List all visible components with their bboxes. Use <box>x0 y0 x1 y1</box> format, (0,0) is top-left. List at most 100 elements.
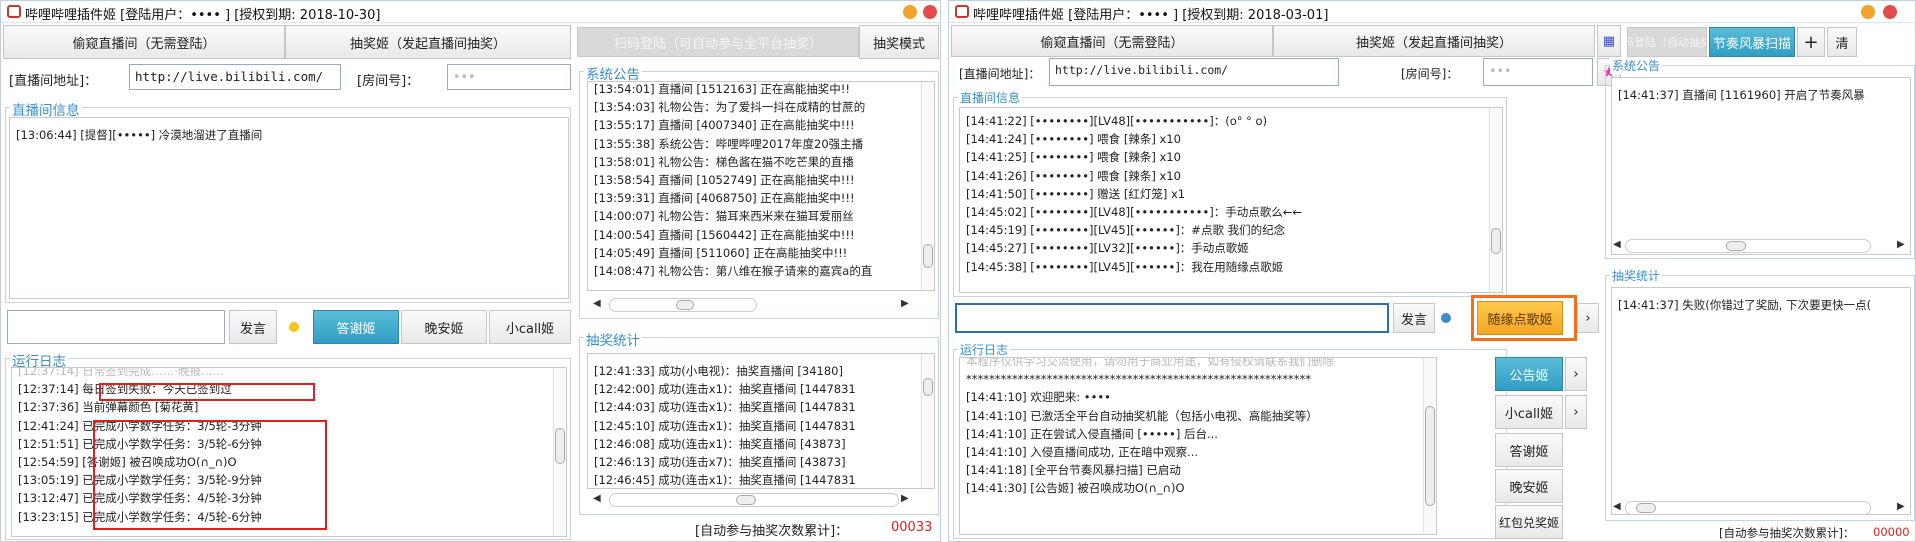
app-tv-icon <box>7 5 21 18</box>
call-bot-button[interactable]: 小call姬 <box>489 310 571 344</box>
lottery-log[interactable]: [14:41:37] 失败(你错过了奖励, 下次要更快一点( <box>1611 287 1911 515</box>
room-url-label: [直播间地址]： <box>959 67 1041 81</box>
notice-line: [13:59:31] 直播间 [4068750] 正在高能抽奖中!!! <box>594 191 855 206</box>
log-line: [14:41:10] 正在尝试入侵直播间 [•••••] 后台... <box>966 426 1218 441</box>
room-url-input[interactable]: http://live.bilibili.com/ <box>129 64 341 90</box>
notice-hscroll[interactable] <box>609 298 757 312</box>
lottery-scrollbar[interactable] <box>921 354 934 488</box>
left-title-bar: 哔哩哔哩插件姬 [登陆用户：•••• ] [授权到期: 2018-10-30] <box>1 1 940 23</box>
highlight-box <box>99 383 315 401</box>
notice-log[interactable]: [14:41:37] 直播间 [1161960] 开启了节奏风暴 <box>1611 77 1911 255</box>
left-window-title: 哔哩哔哩插件姬 [登陆用户：•••• ] [授权到期: 2018-10-30] <box>25 8 381 23</box>
scroll-right-icon[interactable]: ▶ <box>901 298 909 309</box>
notice-line: [13:54:01] 直播间 [1512163] 正在高能抽奖中!! <box>594 82 850 96</box>
notice-line: [14:08:47] 礼物公告：第八维在猴子请来的嘉宾a的直 <box>594 263 873 278</box>
room-info-log[interactable]: [13:06:44] [提督][•••••] 冷漠地溜进了直播间 <box>9 117 569 299</box>
notice-line: [13:58:01] 礼物公告：梯色酱在猫不吃芒果的直播 <box>594 154 854 169</box>
lottery-count-label: [自动参与抽奖次数累计]： <box>695 524 849 539</box>
tab-peek-room[interactable]: 偷窥直播间（无需登陆） <box>951 25 1273 57</box>
log-line: [14:41:10] 已激活全平台自动抽奖机能（包括小电视、高能抽奖等） <box>966 408 1318 423</box>
redpacket-bot-button[interactable]: 红包兑奖姬 <box>1495 505 1563 539</box>
message-input[interactable] <box>7 310 225 344</box>
scan-login-button[interactable]: 扫码登陆（可自动参与全平台抽奖） <box>577 27 859 57</box>
chevron-right-icon[interactable]: › <box>1577 303 1599 333</box>
chevron-right-icon[interactable]: › <box>1565 357 1587 391</box>
log-line: [14:41:18] [全平台节奏风暴扫描] 已启动 <box>966 463 1181 478</box>
close-icon[interactable] <box>923 5 937 19</box>
lottery-log[interactable]: [12:41:33] 成功(小电视)：抽奖直播间 [34180] [12:42:… <box>587 353 935 489</box>
notice-line: [14:05:49] 直播间 [511060] 正在高能抽奖中!!! <box>594 245 848 260</box>
tab-peek-room[interactable]: 偷窥直播间（无需登陆） <box>3 25 285 59</box>
rhythm-storm-scan-button[interactable]: 节奏风暴扫描 <box>1709 27 1795 57</box>
notice-line: [13:55:17] 直播间 [4007340] 正在高能抽奖中!!! <box>594 118 855 133</box>
room-info-scrollbar[interactable] <box>1489 108 1502 292</box>
notice-line: [14:00:07] 礼物公告：猫耳来西米来在猫耳爱丽丝 <box>594 209 854 224</box>
right-title-bar: 哔哩哔哩插件姬 [登陆用户：•••• ] [授权到期: 2018-03-01] <box>949 1 1915 23</box>
tab-lottery[interactable]: 抽奖姬（发起直播间抽奖） <box>285 25 571 59</box>
scroll-left-icon[interactable]: ◀ <box>1613 239 1621 250</box>
notice-scrollbar[interactable] <box>921 82 934 290</box>
send-button[interactable]: 发言 <box>1393 303 1435 333</box>
right-window-title: 哔哩哔哩插件姬 [登陆用户：•••• ] [授权到期: 2018-03-01] <box>973 8 1329 23</box>
log-line: [14:41:10] 欢迎肥来: •••• <box>966 390 1111 405</box>
scroll-right-icon[interactable]: ▶ <box>1897 239 1905 250</box>
minimize-icon[interactable] <box>1861 5 1875 19</box>
notice-bot-button[interactable]: 公告姬 <box>1495 357 1563 391</box>
thank-bot-button[interactable]: 答谢姬 <box>1495 433 1563 467</box>
room-id-input[interactable]: ••• <box>1483 58 1593 86</box>
log-line: 本程序仅供学习交流使用，请勿用于商业用途，如有侵权请联系我们删除 <box>966 357 1334 368</box>
room-info-line: [13:06:44] [提督][•••••] 冷漠地溜进了直播间 <box>16 128 263 142</box>
room-id-input[interactable]: ••• <box>447 64 571 90</box>
scroll-right-icon[interactable]: ▶ <box>1897 501 1905 512</box>
room-id-label: [房间号]： <box>357 74 420 89</box>
room-info-log[interactable]: [14:41:22] [••••••••][LV48][•••••••••••]… <box>959 107 1503 293</box>
thank-bot-button[interactable]: 答谢姬 <box>313 310 399 344</box>
add-button[interactable]: + <box>1797 27 1825 57</box>
random-song-button[interactable]: 随缘点歌姬 <box>1477 301 1563 335</box>
lottery-line: [14:41:37] 失败(你错过了奖励, 下次要更快一点( <box>1618 298 1872 312</box>
status-dot-icon <box>1441 313 1451 323</box>
run-log[interactable]: 本程序仅供学习交流使用，请勿用于商业用途，如有侵权请联系我们删除 *******… <box>959 357 1437 535</box>
status-dot-icon <box>289 322 299 332</box>
lottery-mode-button[interactable]: 抽奖模式 <box>859 25 939 59</box>
scroll-right-icon[interactable]: ▶ <box>901 493 909 504</box>
run-log-scrollbar[interactable] <box>1423 358 1436 534</box>
message-input[interactable] <box>955 303 1389 333</box>
grid-icon[interactable]: ▦ <box>1597 25 1621 57</box>
chevron-right-icon[interactable]: › <box>1565 395 1587 429</box>
notice-line: [13:58:54] 直播间 [1052749] 正在高能抽奖中!!! <box>594 172 855 187</box>
close-icon[interactable] <box>1883 5 1897 19</box>
scroll-left-icon[interactable]: ◀ <box>1613 501 1621 512</box>
notice-line: [13:54:03] 礼物公告：为了爱抖一抖在成精的甘蔗的 <box>594 100 866 115</box>
call-bot-button[interactable]: 小call姬 <box>1495 395 1563 429</box>
scroll-left-icon[interactable]: ◀ <box>593 493 601 504</box>
goodnight-bot-button[interactable]: 晚安姬 <box>401 310 487 344</box>
notice-hscroll[interactable] <box>1625 239 1871 253</box>
lottery-line: [12:46:13] 成功(连击x7)：抽奖直播间 [43873] <box>594 454 846 469</box>
lottery-hscroll[interactable] <box>609 493 899 507</box>
goodnight-bot-button[interactable]: 晚安姬 <box>1495 469 1563 503</box>
log-line: [14:41:30] [公告姬] 被召唤成功O(∩_∩)O <box>966 481 1185 496</box>
room-info-line: [14:41:24] [••••••••] 喂食 [辣条] x10 <box>966 132 1181 147</box>
lottery-count-value: 00033 <box>891 520 933 535</box>
lottery-count-label: [自动参与抽奖次数累计]： <box>1719 526 1855 540</box>
minimize-icon[interactable] <box>903 5 917 19</box>
room-info-line: [14:41:25] [••••••••] 喂食 [辣条] x10 <box>966 150 1181 165</box>
log-line: [12:37:36] 当前弹幕颜色 [菊花黄] <box>18 400 199 415</box>
scroll-left-icon[interactable]: ◀ <box>593 298 601 309</box>
lottery-line: [12:46:45] 成功(连击x1)：抽奖直播间 [1447831 <box>594 473 856 488</box>
scan-login-button[interactable]: 扫码登陆（自动抽奖） <box>1627 27 1707 57</box>
run-log-scrollbar[interactable] <box>553 368 566 536</box>
lottery-hscroll[interactable] <box>1625 501 1871 515</box>
right-app-window: 哔哩哔哩插件姬 [登陆用户：•••• ] [授权到期: 2018-03-01] … <box>948 0 1916 542</box>
tab-lottery[interactable]: 抽奖姬（发起直播间抽奖） <box>1273 25 1595 57</box>
clear-button[interactable]: 清 <box>1827 27 1857 57</box>
notice-line: [14:41:37] 直播间 [1161960] 开启了节奏风暴 <box>1618 88 1865 102</box>
notice-log[interactable]: [13:54:01] 直播间 [1512163] 正在高能抽奖中!! [13:5… <box>587 81 935 291</box>
room-info-line: [14:41:50] [••••••••] 赠送 [红灯笼] x1 <box>966 186 1186 201</box>
lottery-title: 抽奖统计 <box>584 329 642 349</box>
highlight-box <box>93 420 327 530</box>
room-info-line: [14:45:19] [••••••••][LV45][••••••]：#点歌 … <box>966 223 1286 238</box>
send-button[interactable]: 发言 <box>229 310 277 344</box>
room-url-input[interactable]: http://live.bilibili.com/ <box>1049 58 1339 86</box>
